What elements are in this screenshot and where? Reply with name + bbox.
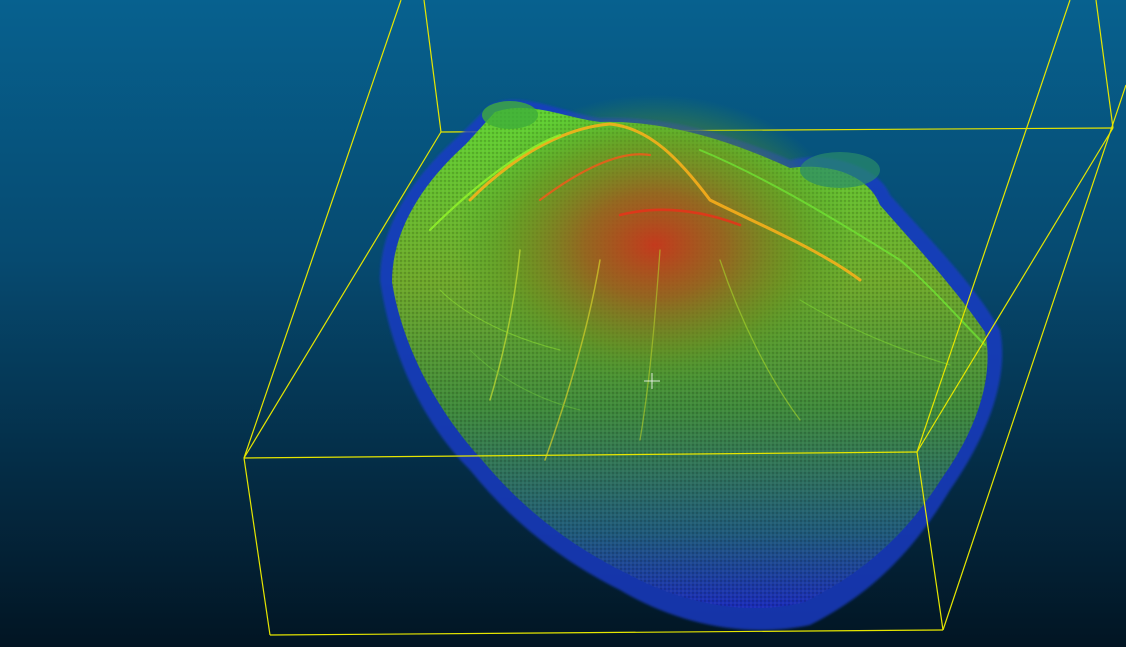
point-cloud-terrain[interactable] bbox=[380, 95, 1003, 631]
point-cloud-viewport[interactable] bbox=[0, 0, 1126, 647]
terrain-bump-left bbox=[482, 101, 538, 129]
terrain-bump-right bbox=[800, 152, 880, 188]
3d-scene[interactable] bbox=[0, 0, 1126, 647]
